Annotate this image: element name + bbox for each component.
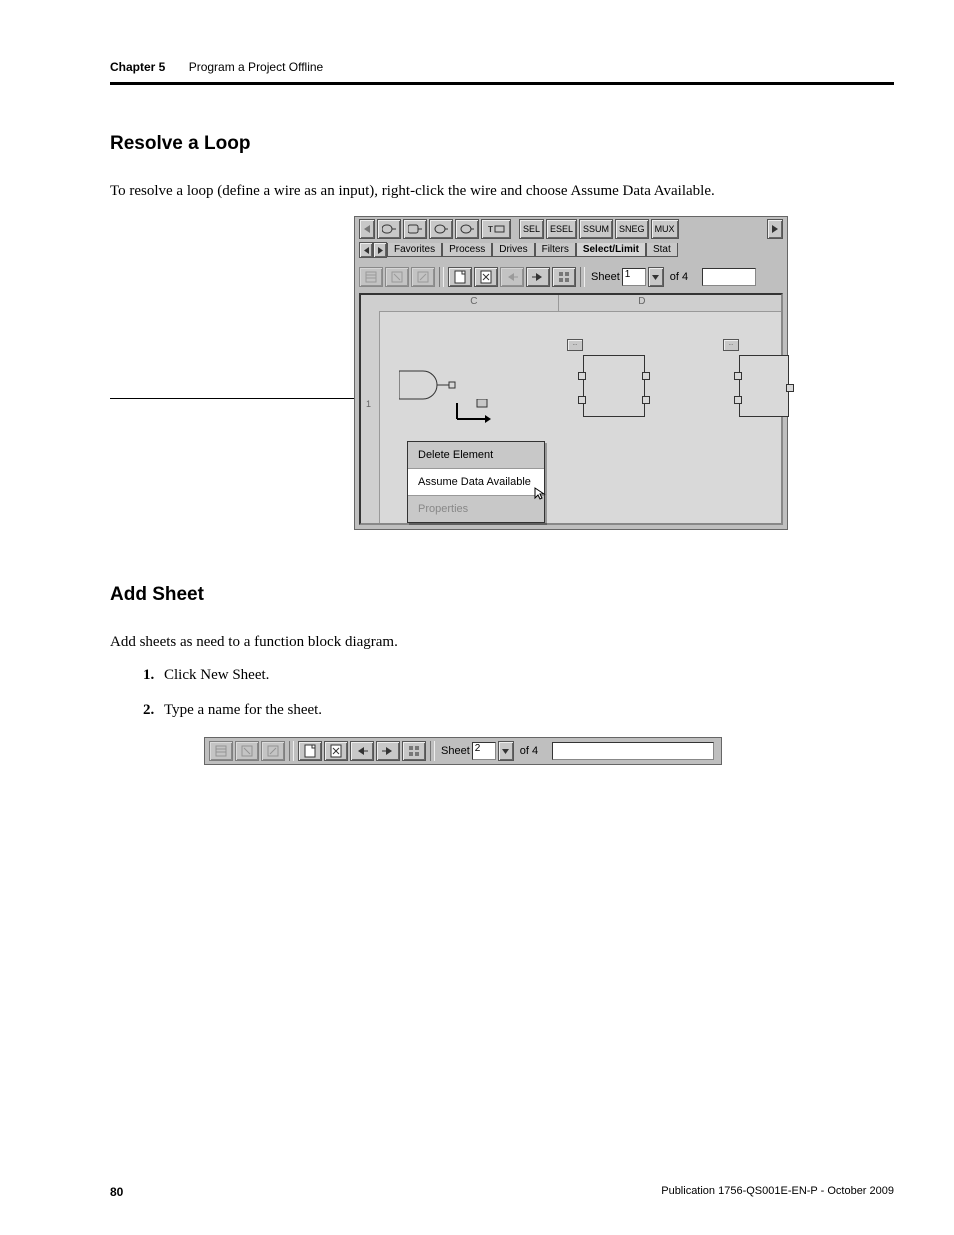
next-sheet-button-2[interactable] — [376, 741, 400, 761]
intro-add-sheet: Add sheets as need to a function block d… — [110, 634, 894, 651]
tab-favorites[interactable]: Favorites — [387, 243, 442, 257]
ruler-mark-c: C — [470, 296, 477, 307]
page-footer: 80 Publication 1756-QS001E-EN-P - Octobe… — [60, 1185, 894, 1199]
function-block-1[interactable] — [583, 355, 645, 417]
publication-info: Publication 1756-QS001E-EN-P - October 2… — [661, 1185, 894, 1199]
prev-sheet-button-2[interactable] — [350, 741, 374, 761]
view-btn-1b[interactable] — [209, 741, 233, 761]
sheet-label-2: Sheet — [441, 745, 470, 757]
tab-select-limit[interactable]: Select/Limit — [576, 243, 646, 257]
delete-sheet-button-2[interactable] — [324, 741, 348, 761]
menu-properties: Properties — [408, 496, 544, 522]
loop-wire[interactable] — [399, 399, 491, 425]
new-sheet-button-2[interactable] — [298, 741, 322, 761]
instruction-sneg[interactable]: SNEG — [615, 219, 649, 239]
tab-stat[interactable]: Stat — [646, 243, 678, 257]
instruction-sel[interactable]: SEL — [519, 219, 544, 239]
sheet-name-input-2[interactable] — [552, 742, 714, 760]
delete-sheet-button[interactable] — [474, 267, 498, 287]
instruction-ssum[interactable]: SSUM — [579, 219, 613, 239]
sheet-dropdown-icon[interactable] — [648, 267, 664, 287]
tab-scroll-right-icon[interactable] — [373, 242, 387, 258]
heading-resolve-loop: Resolve a Loop — [110, 133, 894, 155]
tab-filters[interactable]: Filters — [535, 243, 576, 257]
tab-process[interactable]: Process — [442, 243, 492, 257]
context-menu: Delete Element Assume Data Available Pro… — [407, 441, 545, 523]
step-1: Click New Sheet. — [158, 667, 894, 684]
menu-assume-data-available[interactable]: Assume Data Available — [408, 469, 544, 496]
prev-sheet-button[interactable] — [500, 267, 524, 287]
sheet-toolbar-screenshot: Sheet 2 of 4 — [204, 737, 722, 765]
view-btn-2[interactable] — [385, 267, 409, 287]
view-btn-2b[interactable] — [235, 741, 259, 761]
intro-resolve-loop: To resolve a loop (define a wire as an i… — [110, 183, 894, 200]
sheet-name-input[interactable] — [702, 268, 756, 286]
sheet-label: Sheet — [591, 271, 620, 283]
svg-text:T: T — [488, 225, 493, 234]
new-sheet-button[interactable] — [448, 267, 472, 287]
menu-delete-element[interactable]: Delete Element — [408, 442, 544, 469]
logic-gate[interactable] — [399, 367, 459, 403]
view-btn-1[interactable] — [359, 267, 383, 287]
sheet-number-input-2[interactable]: 2 — [472, 742, 496, 760]
chapter-title: Program a Project Offline — [189, 60, 324, 74]
instruction-mux[interactable]: MUX — [651, 219, 679, 239]
next-sheet-button[interactable] — [526, 267, 550, 287]
cursor-icon — [534, 487, 548, 501]
steps-list: Click New Sheet. Type a name for the she… — [110, 667, 894, 719]
diagram-canvas[interactable]: C D 1 — [359, 293, 783, 525]
fbd-editor-screenshot: T SEL ESEL SSUM SNEG MUX — [354, 216, 788, 530]
overview-button-2[interactable] — [402, 741, 426, 761]
chapter-label: Chapter 5 — [110, 60, 165, 74]
step-2: Type a name for the sheet. — [158, 702, 894, 719]
scroll-left-icon[interactable] — [359, 219, 375, 239]
view-btn-3b[interactable] — [261, 741, 285, 761]
toolbar-shape-1[interactable] — [377, 219, 401, 239]
leader-line — [110, 398, 354, 399]
toolbar-shape-3[interactable] — [429, 219, 453, 239]
ruler-mark-d: D — [638, 296, 645, 307]
sheet-of-label-2: of 4 — [520, 745, 538, 757]
instruction-esel[interactable]: ESEL — [546, 219, 577, 239]
tab-scroll-left-icon[interactable] — [359, 242, 373, 258]
view-btn-3[interactable] — [411, 267, 435, 287]
sheet-of-label: of 4 — [670, 271, 688, 283]
scroll-right-icon[interactable] — [767, 219, 783, 239]
block-handle-2[interactable]: ... — [723, 339, 739, 351]
row-marker-1: 1 — [366, 399, 371, 409]
page-number: 80 — [110, 1185, 123, 1199]
function-block-2[interactable] — [739, 355, 789, 417]
toolbar-text-icon[interactable]: T — [481, 219, 511, 239]
section-resolve-loop: Resolve a Loop To resolve a loop (define… — [110, 133, 894, 536]
section-add-sheet: Add Sheet Add sheets as need to a functi… — [110, 584, 894, 765]
toolbar-shape-4[interactable] — [455, 219, 479, 239]
running-header: Chapter 5 Program a Project Offline — [110, 60, 894, 85]
tab-drives[interactable]: Drives — [492, 243, 534, 257]
toolbar-shape-2[interactable] — [403, 219, 427, 239]
overview-button[interactable] — [552, 267, 576, 287]
sheet-number-input[interactable]: 1 — [622, 268, 646, 286]
block-handle-1[interactable]: ... — [567, 339, 583, 351]
figure-resolve-loop: T SEL ESEL SSUM SNEG MUX — [110, 216, 894, 536]
sheet-dropdown-icon-2[interactable] — [498, 741, 514, 761]
heading-add-sheet: Add Sheet — [110, 584, 894, 606]
